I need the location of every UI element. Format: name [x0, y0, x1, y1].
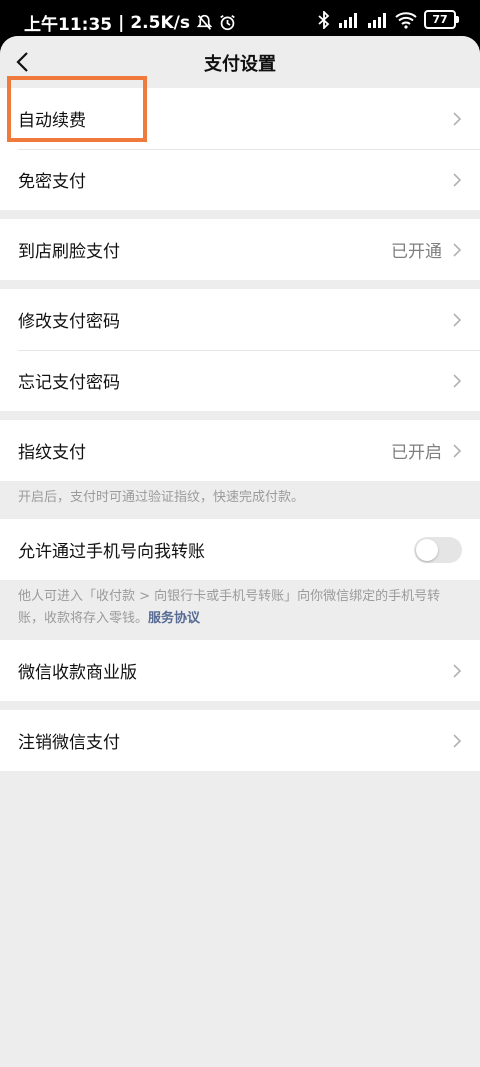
page-title: 支付设置 — [204, 54, 276, 75]
chevron-right-icon — [453, 373, 462, 388]
settings-group-1: 自动续费 免密支付 — [0, 88, 480, 210]
chevron-right-icon — [453, 242, 462, 257]
settings-group-6: 微信收款商业版 — [0, 640, 480, 701]
settings-group-7: 注销微信支付 — [0, 710, 480, 771]
phone-transfer-label: 允许通过手机号向我转账 — [18, 542, 205, 562]
cancel-wechat-pay-label: 注销微信支付 — [18, 733, 120, 753]
bluetooth-icon — [318, 10, 330, 29]
fingerprint-pay-status: 已开启 — [391, 443, 442, 463]
status-time: 上午11:35 — [24, 15, 113, 35]
merchant-edition-label: 微信收款商业版 — [18, 663, 137, 683]
phone-transfer-hint: 他人可进入「收付款 > 向银行卡或手机号转账」向你微信绑定的手机号转账，收款将存… — [0, 580, 480, 640]
signal-hd-2-icon — [368, 12, 386, 28]
face-pay-item[interactable]: 到店刷脸支付 已开通 — [0, 219, 480, 280]
auto-renew-label: 自动续费 — [18, 111, 86, 131]
forgot-password-label: 忘记支付密码 — [18, 373, 120, 393]
face-pay-status: 已开通 — [391, 242, 442, 262]
signal-hd-1-icon — [339, 12, 357, 28]
toggle-knob — [416, 538, 438, 561]
phone-transfer-hint-text: 他人可进入「收付款 > 向银行卡或手机号转账」向你微信绑定的手机号转账，收款将存… — [18, 589, 441, 626]
service-agreement-link[interactable]: 服务协议 — [148, 611, 200, 626]
settings-group-5: 允许通过手机号向我转账 — [0, 519, 480, 580]
cancel-wechat-pay-item[interactable]: 注销微信支付 — [0, 710, 480, 771]
mute-bell-icon — [196, 14, 213, 30]
settings-group-4: 指纹支付 已开启 — [0, 420, 480, 481]
chevron-right-icon — [453, 172, 462, 187]
chevron-right-icon — [453, 443, 462, 458]
chevron-right-icon — [453, 663, 462, 678]
fingerprint-pay-label: 指纹支付 — [18, 443, 86, 463]
merchant-edition-item[interactable]: 微信收款商业版 — [0, 640, 480, 701]
battery-icon: 77 — [424, 10, 459, 29]
auto-renew-item[interactable]: 自动续费 — [0, 88, 480, 149]
face-pay-label: 到店刷脸支付 — [18, 242, 120, 262]
alarm-clock-icon — [220, 14, 235, 31]
settings-group-2: 到店刷脸支付 已开通 — [0, 219, 480, 280]
fingerprint-hint: 开启后，支付时可通过验证指纹，快速完成付款。 — [0, 481, 480, 519]
password-free-label: 免密支付 — [18, 172, 86, 192]
phone-screen: 上午11:35 | 2.5K/s 77 支付设置 自动续费 免密支付 到店刷脸支… — [0, 0, 480, 1067]
nav-bar: 支付设置 — [0, 36, 480, 88]
chevron-right-icon — [453, 111, 462, 126]
payment-settings-page: 支付设置 自动续费 免密支付 到店刷脸支付 已开通 修改支付密码 忘记支付密码 … — [0, 36, 480, 1067]
phone-transfer-toggle[interactable] — [414, 536, 462, 563]
password-free-item[interactable]: 免密支付 — [0, 149, 480, 210]
fingerprint-pay-item[interactable]: 指纹支付 已开启 — [0, 420, 480, 481]
change-password-item[interactable]: 修改支付密码 — [0, 289, 480, 350]
chevron-right-icon — [453, 312, 462, 327]
change-password-label: 修改支付密码 — [18, 312, 120, 332]
chevron-right-icon — [453, 733, 462, 748]
wifi-icon — [395, 11, 417, 29]
network-speed: 2.5K/s — [130, 12, 190, 33]
phone-transfer-item[interactable]: 允许通过手机号向我转账 — [0, 519, 480, 580]
forgot-password-item[interactable]: 忘记支付密码 — [0, 350, 480, 411]
settings-group-3: 修改支付密码 忘记支付密码 — [0, 289, 480, 411]
status-bar: 上午11:35 | 2.5K/s 77 — [0, 0, 480, 40]
